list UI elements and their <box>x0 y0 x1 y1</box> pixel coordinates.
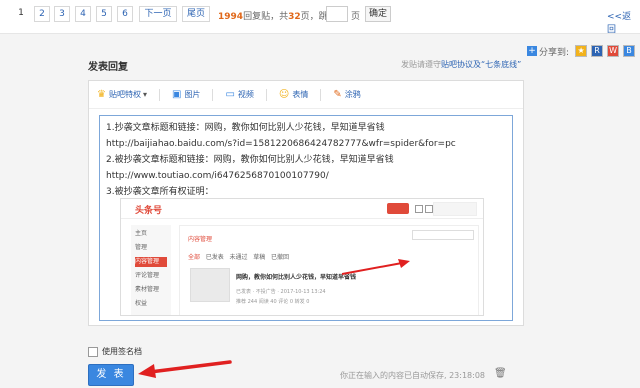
signature-label: 使用签名档 <box>102 347 142 356</box>
weibo-icon[interactable]: W <box>607 45 620 57</box>
brush-icon: ✎ <box>333 89 342 100</box>
doodle-button[interactable]: ✎ 涂鸦 <box>333 89 360 100</box>
screenshot-logo: 头条号 <box>135 206 163 216</box>
image-icon: ▣ <box>171 89 182 100</box>
confirm-jump-button[interactable]: 确定 <box>365 6 391 22</box>
submit-button[interactable]: 发 表 <box>88 364 134 386</box>
page-5[interactable]: 5 <box>96 6 112 22</box>
chevron-down-icon: ▾ <box>142 90 147 99</box>
screenshot-nav-item: 内容管理 <box>135 257 167 267</box>
content-line: 1.抄袭文章标题和链接：网购，教你如何比别人少花钱，早知道早省钱 <box>106 123 385 133</box>
screenshot-nav-item: 权益 <box>135 300 148 307</box>
agreement-prefix: 发贴请遵守 <box>401 60 441 69</box>
agreement-note: 发贴请遵守贴吧协议及“七条底线” <box>401 59 521 70</box>
next-page-button[interactable]: 下一页 <box>139 6 177 22</box>
doodle-label: 涂鸦 <box>344 90 361 99</box>
pagination-bar: 1 2 3 4 5 6 下一页 尾页 1994回复贴，共32页，跳到 页 确定 … <box>0 0 640 35</box>
screenshot-tab: 草稿 <box>253 254 266 261</box>
page-1[interactable]: 1 <box>14 6 28 22</box>
screenshot-user-box <box>433 202 477 216</box>
baidu-icon[interactable]: B <box>623 45 636 57</box>
content-line: 2.被抄袭文章标题和链接：网购，教你如何比别人少花钱，早知道早省钱 <box>106 155 394 165</box>
screenshot-publish-button <box>387 203 409 214</box>
page-3[interactable]: 3 <box>54 6 70 22</box>
reply-count-suffix: 回复贴，共 <box>243 12 289 22</box>
screenshot-search-box <box>412 230 474 240</box>
page-6[interactable]: 6 <box>117 6 133 22</box>
jump-page-input[interactable] <box>326 6 348 22</box>
screenshot-main-panel: 内容管理 全部 已发表 未通过 草稿 已撤回 网购，教你如何比别人少花钱，早知道… <box>179 225 479 315</box>
reply-content-area[interactable]: 1.抄袭文章标题和链接：网购，教你如何比别人少花钱，早知道早省钱 http://… <box>99 115 513 321</box>
screenshot-tab: 已发表 <box>205 254 224 261</box>
page-4[interactable]: 4 <box>75 6 91 22</box>
toolbar-divider <box>265 88 267 101</box>
share-bar: + 分享到: ★ R W B <box>527 44 636 58</box>
signature-checkbox[interactable] <box>88 346 98 357</box>
back-link[interactable]: <<返回 <box>607 9 640 35</box>
video-label: 视频 <box>237 90 254 99</box>
screenshot-tab: 全部 <box>188 254 201 261</box>
screenshot-nav-item: 管理 <box>135 244 148 251</box>
screenshot-red-arrow <box>342 259 410 275</box>
screenshot-sidebar: 主页 管理 内容管理 评论管理 素材管理 权益 <box>131 225 171 315</box>
page-unit: 页 <box>351 12 361 22</box>
screenshot-article-stats: 推荐 244 阅读 40 评论 0 转发 0 <box>236 299 310 305</box>
crown-icon: ♛ <box>97 89 106 100</box>
screenshot-panel-title: 内容管理 <box>188 236 213 243</box>
video-icon: ▭ <box>225 89 235 100</box>
red-arrow-annotation <box>138 360 232 378</box>
image-label: 图片 <box>184 90 201 99</box>
screenshot-nav-item: 主页 <box>135 230 148 237</box>
agreement-link[interactable]: 贴吧协议及“七条底线” <box>441 60 521 69</box>
screenshot-article-thumbnail <box>190 268 230 302</box>
page-2[interactable]: 2 <box>34 6 50 22</box>
screenshot-tab: 已撤回 <box>271 254 290 261</box>
smiley-icon: ☺ <box>278 89 290 100</box>
content-line: http://www.toutiao.com/i6476256870100107… <box>106 171 329 181</box>
editor-toolbar: ♛ 贴吧特权 ▾ ▣ 图片 ▭ 视频 ☺ 表情 ✎ 涂鸦 <box>89 81 523 109</box>
share-label: 分享到: <box>539 47 570 58</box>
plus-icon: + <box>527 46 537 56</box>
reply-editor: ♛ 贴吧特权 ▾ ▣ 图片 ▭ 视频 ☺ 表情 ✎ 涂鸦 1.抄袭文章标题和链接… <box>88 80 524 326</box>
screenshot-mail-icon <box>425 205 433 213</box>
content-line: http://baijiahao.baidu.com/s?id=15812206… <box>106 139 456 149</box>
screenshot-tabs: 全部 已发表 未通过 草稿 已撤回 <box>188 250 289 266</box>
embedded-screenshot: 头条号 主页 管理 内容管理 评论管理 素材管理 权益 内容管理 全部 已发表 <box>120 198 484 316</box>
toolbar-divider <box>158 88 160 101</box>
trash-icon[interactable]: 🗑 <box>494 368 507 379</box>
signature-option[interactable]: 使用签名档 <box>88 346 142 357</box>
screenshot-bell-icon <box>415 205 423 213</box>
reply-title: 发表回复 <box>88 62 128 73</box>
toolbar-divider <box>320 88 322 101</box>
screenshot-tab: 未通过 <box>229 254 248 261</box>
screenshot-header: 头条号 <box>121 199 483 219</box>
toolbar-divider <box>212 88 214 101</box>
emoji-label: 表情 <box>292 90 309 99</box>
screenshot-nav-item: 评论管理 <box>135 272 160 279</box>
reply-count: 1994 <box>218 12 244 22</box>
emoji-button[interactable]: ☺ 表情 <box>279 89 308 100</box>
screenshot-nav-item: 素材管理 <box>135 286 160 293</box>
qzone-icon[interactable]: ★ <box>575 45 588 57</box>
video-button[interactable]: ▭ 视频 <box>225 89 253 100</box>
renren-icon[interactable]: R <box>591 45 604 57</box>
privilege-label: 贴吧特权 <box>108 90 141 99</box>
last-page-button[interactable]: 尾页 <box>182 6 210 22</box>
total-pages: 32 <box>288 12 301 22</box>
privilege-button[interactable]: ♛ 贴吧特权 ▾ <box>97 89 147 100</box>
autosave-status: 你正在输入的内容已自动保存, 23:18:08 <box>340 371 486 380</box>
reply-count-text: 1994回复贴，共32页，跳到 <box>218 9 337 22</box>
image-button[interactable]: ▣ 图片 <box>172 89 200 100</box>
